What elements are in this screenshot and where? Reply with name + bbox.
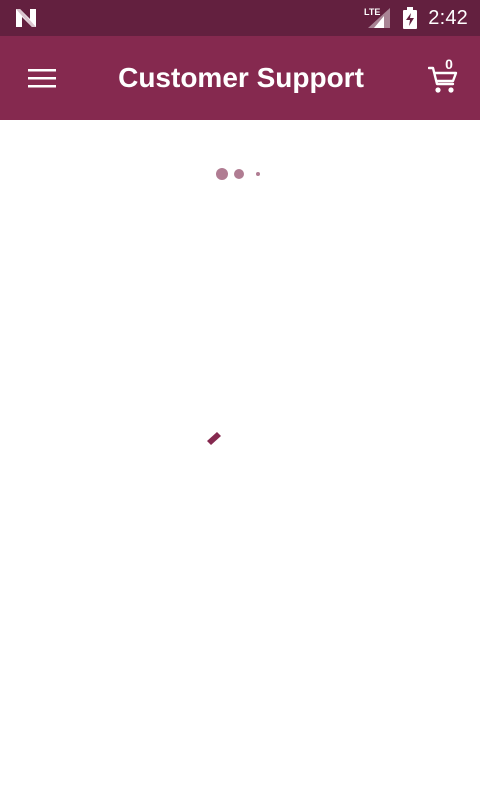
app-bar: Customer Support 0 xyxy=(0,36,480,120)
loading-dots-icon xyxy=(214,166,264,182)
n-logo-icon xyxy=(14,7,38,29)
page-title: Customer Support xyxy=(118,62,364,93)
cart-button[interactable]: 0 xyxy=(426,56,466,100)
network-label: LTE xyxy=(364,7,380,17)
loading-spinner-icon xyxy=(207,432,221,445)
shopping-cart-icon xyxy=(428,66,458,93)
cell-signal-icon: LTE xyxy=(364,7,391,28)
status-bar: LTE 2:42 xyxy=(0,0,480,36)
status-indicators: LTE 2:42 xyxy=(364,0,468,36)
content-area xyxy=(0,120,480,800)
battery-charging-icon xyxy=(403,7,418,29)
status-time: 2:42 xyxy=(428,6,468,29)
